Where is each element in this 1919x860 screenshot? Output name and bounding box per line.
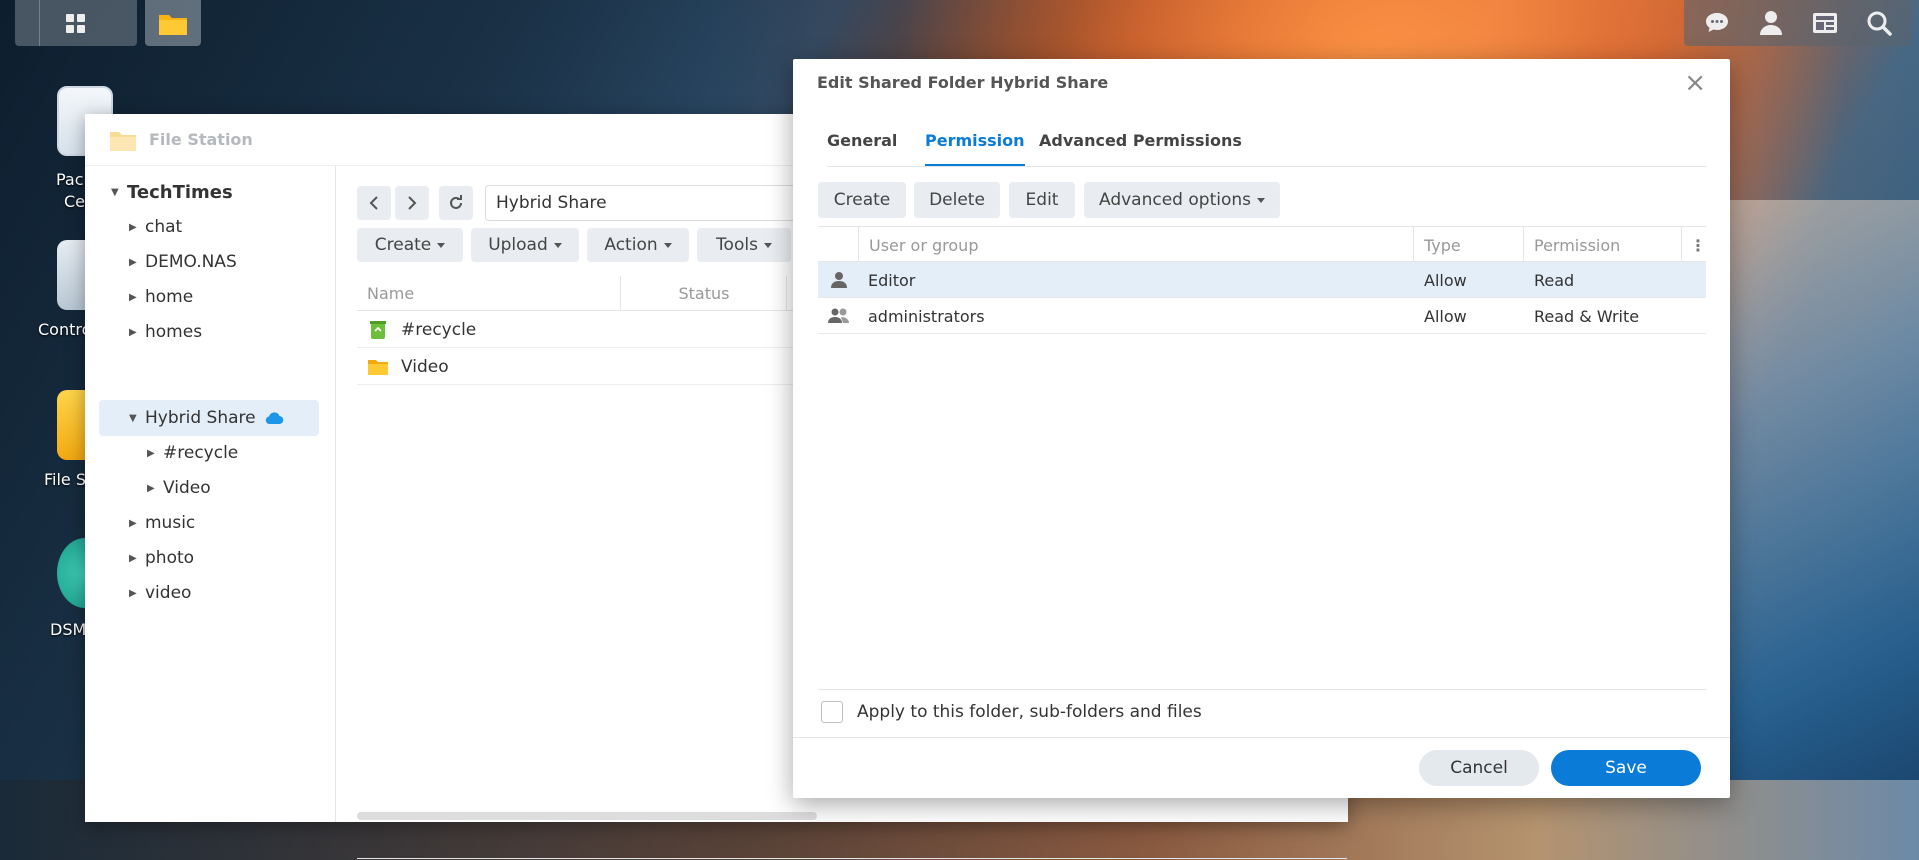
horizontal-scrollbar[interactable] [357,812,817,820]
file-name: Video [401,356,449,377]
apply-option: Apply to this folder, sub-folders and fi… [818,689,1706,733]
column-status[interactable]: Status [622,276,787,310]
window-title: File Station [149,130,253,149]
tree-item-home[interactable]: ▶ home [129,280,193,314]
caret-down-icon [437,242,446,248]
user-icon[interactable] [1756,8,1786,38]
tree-item-demo-nas[interactable]: ▶ DEMO.NAS [129,245,237,279]
collapsed-arrow-icon: ▶ [129,291,137,303]
dialog-tabs: General Permission Advanced Permissions [827,107,1706,167]
chevron-left-icon [369,196,378,210]
group-icon [828,298,850,334]
refresh-button[interactable] [439,186,473,220]
row-type: Allow [1424,270,1467,290]
desktop-label-control: Contro [38,320,92,339]
collapsed-arrow-icon: ▶ [129,326,137,338]
caret-down-icon [663,242,672,248]
back-button[interactable] [357,186,391,220]
tab-permission[interactable]: Permission [925,131,1025,166]
tab-advanced-permissions[interactable]: Advanced Permissions [1039,131,1242,164]
edit-button[interactable]: Edit [1009,182,1075,218]
folder-icon [159,15,187,35]
folder-icon [110,131,136,151]
column-menu-icon[interactable]: ⋮ [1690,227,1706,263]
recycle-bin-icon [370,320,386,339]
apply-checkbox[interactable] [821,700,843,723]
caret-down-icon [553,242,562,248]
expanded-arrow-icon[interactable]: ▼ [111,187,127,198]
header-divider [357,310,817,311]
folder-icon [368,359,388,375]
status-divider [357,858,1347,859]
collapsed-arrow-icon: ▶ [147,447,155,459]
collapsed-arrow-icon: ▶ [129,517,137,529]
tools-dropdown[interactable]: Tools [697,228,791,262]
column-user-or-group[interactable]: User or group [869,227,978,263]
edit-shared-folder-dialog: Edit Shared Folder Hybrid Share × Genera… [793,59,1730,798]
search-icon[interactable] [1864,8,1894,38]
save-button[interactable]: Save [1551,750,1701,786]
path-field[interactable]: Hybrid Share [485,185,805,221]
folder-tree: ▼ TechTimes ▶ chat ▶ DEMO.NAS ▶ home ▶ homes … [85,166,336,822]
row-permission: Read [1534,270,1575,290]
tree-item-recycle[interactable]: ▶ #recycle [147,436,238,470]
action-dropdown[interactable]: Action [587,228,689,262]
dialog-footer: Cancel Save [793,737,1730,798]
caret-down-icon [763,242,772,248]
upload-dropdown[interactable]: Upload [471,228,579,262]
create-button[interactable]: Create [818,182,906,218]
close-icon[interactable]: × [1684,70,1706,96]
column-name[interactable]: Name [357,276,621,310]
widgets-icon[interactable] [1810,8,1840,38]
row-permission: Read & Write [1534,306,1640,326]
tree-item-homes[interactable]: ▶ homes [129,315,202,349]
desktop-label-file: File S [44,470,87,489]
expanded-arrow-icon: ▼ [129,412,137,424]
cloud-icon [265,412,283,425]
advanced-options-dropdown[interactable]: Advanced options [1084,182,1280,218]
user-icon [830,262,848,298]
collapsed-arrow-icon: ▶ [147,482,155,494]
chevron-right-icon [408,196,417,210]
collapsed-arrow-icon: ▶ [129,552,137,564]
column-permission[interactable]: Permission [1534,227,1620,263]
tab-general[interactable]: General [827,131,897,164]
chat-icon[interactable] [1702,8,1732,38]
delete-button[interactable]: Delete [914,182,1000,218]
tree-item-photo[interactable]: ▶ photo [129,541,194,575]
system-tray [1684,0,1912,46]
permission-grid: User or group Type Permission ⋮ Editor A… [818,226,1706,334]
taskbar-separator [39,0,40,46]
tree-item-video[interactable]: ▶ video [129,576,191,610]
permission-row[interactable]: Editor Allow Read [818,262,1706,298]
row-type: Allow [1424,306,1467,326]
file-row-video[interactable]: Video [357,349,817,385]
collapsed-arrow-icon: ▶ [129,221,137,233]
collapsed-arrow-icon: ▶ [129,256,137,268]
tree-root-techtimes[interactable]: ▼ TechTimes [111,175,233,209]
cancel-button[interactable]: Cancel [1419,750,1539,786]
permission-row[interactable]: administrators Allow Read & Write [818,298,1706,334]
row-name: Editor [868,270,916,290]
desktop-label-dsm: DSM [50,620,87,639]
taskbar-file-station[interactable] [145,0,201,46]
create-dropdown[interactable]: Create [357,228,463,262]
refresh-icon [450,195,462,209]
file-name: #recycle [401,319,477,340]
row-name: administrators [868,306,985,326]
main-menu-button[interactable] [15,0,137,46]
tree-item-chat[interactable]: ▶ chat [129,210,182,244]
grid-header: User or group Type Permission ⋮ [818,226,1706,263]
caret-down-icon [1257,197,1265,203]
apps-grid-icon [66,14,85,33]
dialog-title: Edit Shared Folder Hybrid Share [817,73,1109,92]
column-type[interactable]: Type [1424,227,1461,263]
collapsed-arrow-icon: ▶ [129,587,137,599]
file-row-recycle[interactable]: #recycle [357,312,817,348]
tree-item-music[interactable]: ▶ music [129,506,195,540]
apply-label: Apply to this folder, sub-folders and fi… [857,701,1202,722]
tree-item-hybrid-share[interactable]: ▼ Hybrid Share [129,401,284,435]
forward-button[interactable] [395,186,429,220]
tree-item-video-sub[interactable]: ▶ Video [147,471,211,505]
